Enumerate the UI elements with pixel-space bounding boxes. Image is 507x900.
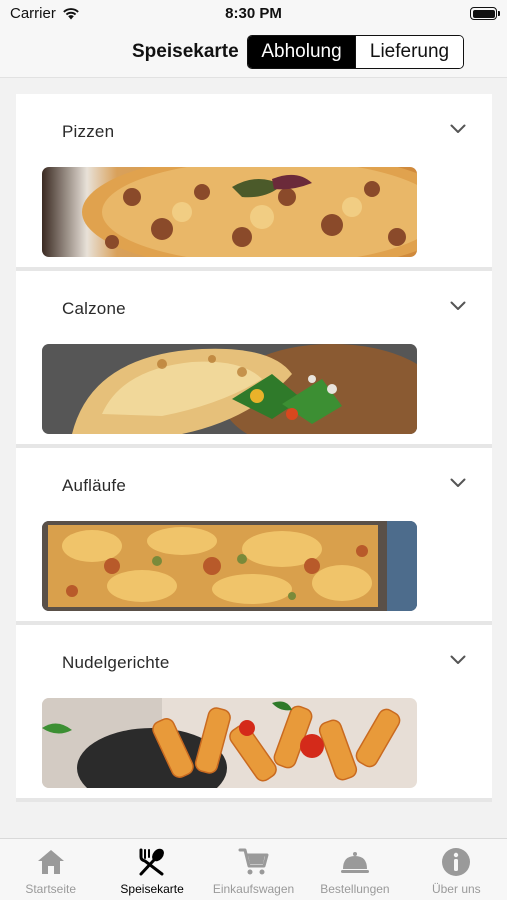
- chevron-down-icon[interactable]: [450, 478, 466, 488]
- category-name: Pizzen: [62, 122, 115, 141]
- chevron-down-icon[interactable]: [450, 124, 466, 134]
- chevron-down-icon[interactable]: [450, 301, 466, 311]
- tab-ueber-uns[interactable]: Über uns: [406, 839, 507, 900]
- segment-abholung[interactable]: Abholung: [248, 36, 355, 68]
- tab-einkaufswagen[interactable]: Einkaufswagen: [203, 839, 304, 900]
- navigation-bar: Speisekarte Abholung Lieferung: [0, 28, 507, 78]
- cloche-icon: [340, 852, 369, 873]
- category-card-calzone[interactable]: Calzone: [16, 271, 492, 448]
- app-screen: Carrier 8:30 PM Speisekarte Abholung Lie…: [0, 0, 507, 900]
- pasta-photo[interactable]: [42, 698, 417, 788]
- tab-label: Bestellungen: [320, 882, 390, 896]
- tab-label: Speisekarte: [120, 882, 184, 896]
- category-card-auflaeufe[interactable]: Aufläufe: [16, 448, 492, 625]
- category-name: Nudelgerichte: [62, 653, 170, 672]
- category-card-nudelgerichte[interactable]: Nudelgerichte: [16, 625, 492, 802]
- pizza-photo[interactable]: [42, 167, 417, 257]
- battery-icon: [470, 7, 500, 20]
- tab-label: Über uns: [431, 882, 481, 896]
- category-card-pizzen[interactable]: Pizzen: [16, 94, 492, 271]
- casserole-photo[interactable]: [42, 521, 417, 611]
- chevron-down-icon[interactable]: [450, 655, 466, 665]
- category-name: Calzone: [62, 299, 126, 318]
- tab-label: Einkaufswagen: [212, 882, 295, 896]
- battery-level: [472, 9, 495, 18]
- info-icon: [442, 848, 471, 876]
- tab-speisekarte[interactable]: Speisekarte: [101, 839, 202, 900]
- tab-startseite[interactable]: Startseite: [0, 839, 101, 900]
- segment-lieferung[interactable]: Lieferung: [355, 36, 463, 68]
- home-icon: [37, 850, 64, 874]
- tab-bestellungen[interactable]: Bestellungen: [304, 839, 405, 900]
- category-list: Pizzen Calzone Aufläufe Nudelgerichte: [16, 94, 492, 802]
- order-mode-segmented-control[interactable]: Abholung Lieferung: [247, 35, 464, 69]
- tab-bar: Startseite Speisekarte Einkaufswagen Bes…: [0, 838, 507, 900]
- page-title: Speisekarte: [132, 41, 239, 62]
- status-time: 8:30 PM: [225, 5, 282, 22]
- utensils-icon: [139, 848, 165, 876]
- cart-icon: [238, 848, 269, 875]
- category-name: Aufläufe: [62, 476, 126, 495]
- tab-label: Startseite: [25, 882, 77, 896]
- calzone-photo[interactable]: [42, 344, 417, 434]
- status-bar: Carrier 8:30 PM: [0, 0, 507, 28]
